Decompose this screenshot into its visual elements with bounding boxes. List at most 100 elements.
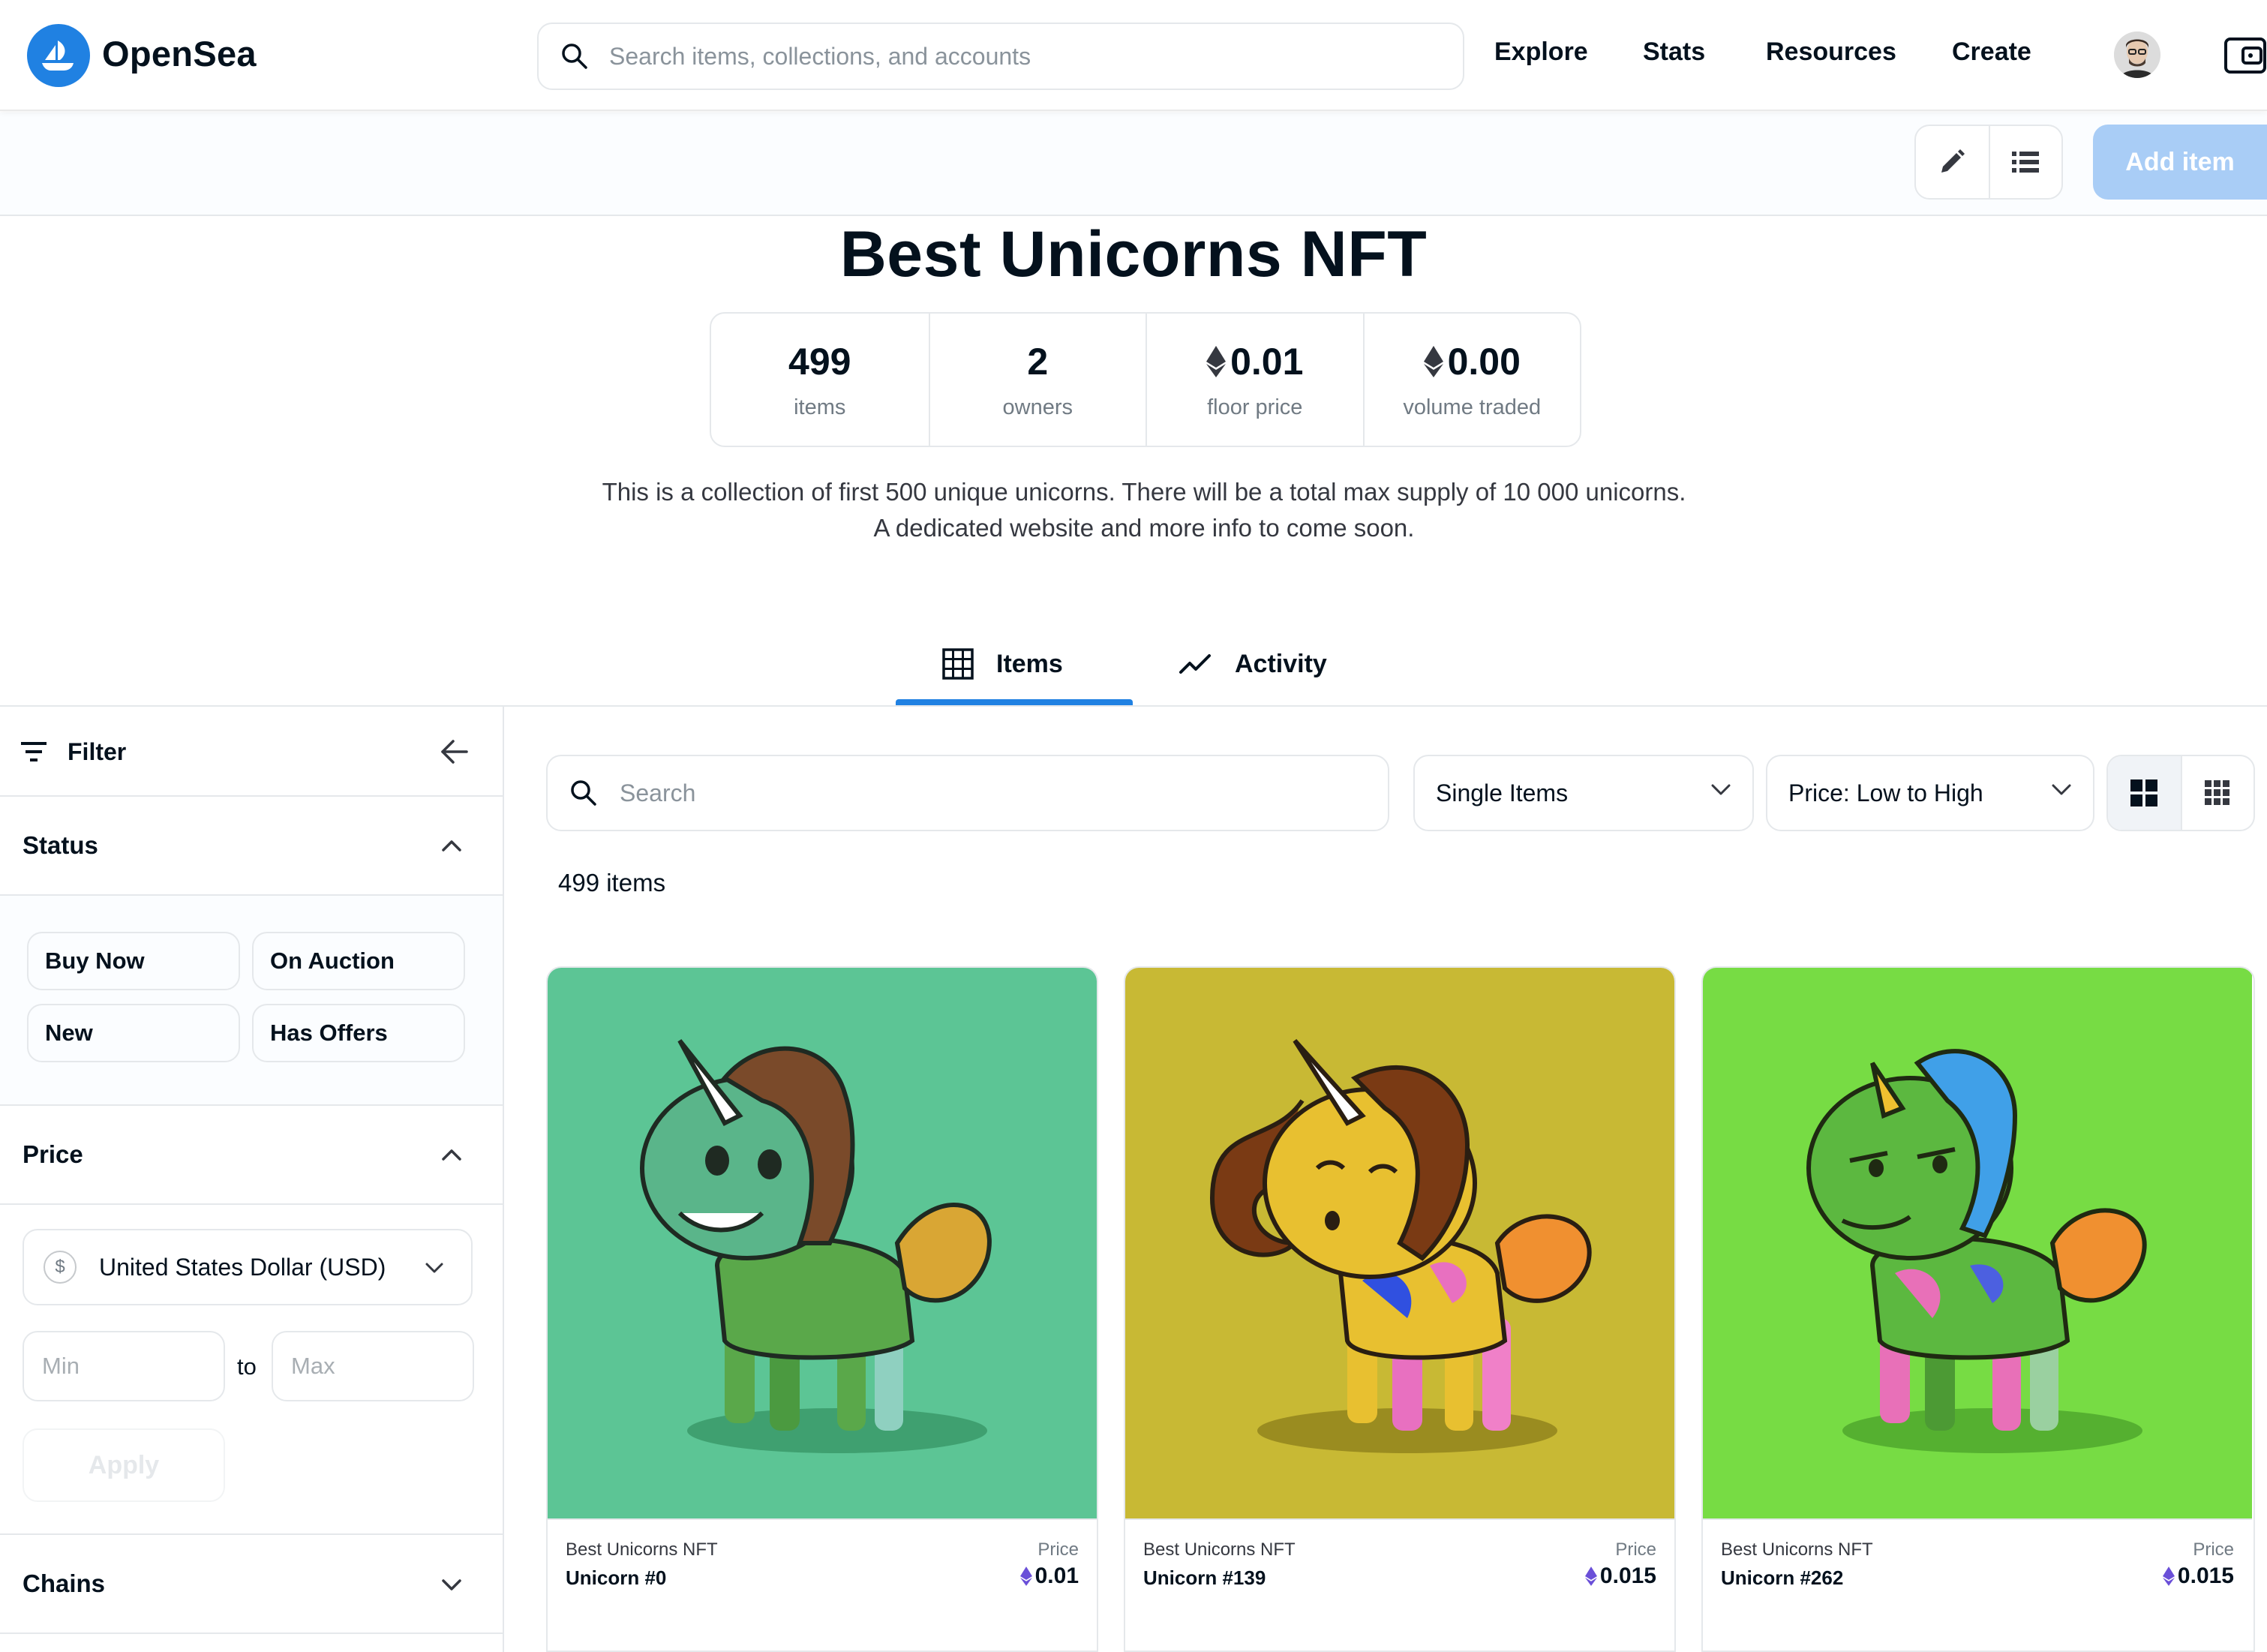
- nft-card[interactable]: Best Unicorns NFT Unicorn #139 Price 0.0…: [1124, 966, 1676, 1652]
- tab-label: Items: [996, 649, 1063, 678]
- search-icon: [571, 780, 596, 806]
- edit-button[interactable]: [1916, 126, 1989, 198]
- opensea-logo-icon[interactable]: [27, 24, 90, 87]
- ethereum-icon: [1423, 345, 1443, 377]
- dollar-icon: $: [44, 1251, 77, 1284]
- items-search[interactable]: [546, 755, 1389, 831]
- collection-title: Best Unicorns NFT: [839, 218, 1428, 290]
- status-section-header[interactable]: Status: [0, 797, 503, 896]
- items-search-input[interactable]: [618, 778, 1293, 808]
- nft-price: 0.015: [2162, 1563, 2234, 1589]
- apply-price-button[interactable]: Apply: [23, 1428, 225, 1502]
- collection-toolbar: Add item: [0, 113, 2267, 216]
- ethereum-icon: [1019, 1566, 1032, 1586]
- pencil-icon: [1941, 149, 1965, 173]
- item-type-select[interactable]: Single Items: [1413, 755, 1754, 831]
- ethereum-icon: [1206, 345, 1227, 377]
- nft-card-info: Best Unicorns NFT Unicorn #262 Price 0.0…: [1703, 1518, 2252, 1650]
- price-heading: Price: [23, 1140, 83, 1168]
- filter-label: Filter: [68, 738, 127, 765]
- search-icon: [562, 44, 587, 69]
- chevron-down-icon: [2052, 784, 2071, 795]
- stat-label: items: [794, 395, 846, 419]
- status-heading: Status: [23, 831, 98, 859]
- unicorn-illustration: [1806, 1049, 2147, 1453]
- active-tab-indicator: [896, 699, 1133, 705]
- nft-price-label: Price: [2193, 1539, 2234, 1560]
- nft-price: 0.01: [1019, 1563, 1079, 1589]
- nft-collection-name: Best Unicorns NFT: [1143, 1539, 1296, 1560]
- large-grid-icon: [2130, 779, 2158, 806]
- nft-collection-name: Best Unicorns NFT: [566, 1539, 718, 1560]
- nav-link-stats[interactable]: Stats: [1643, 38, 1705, 67]
- chevron-down-icon: [425, 1263, 443, 1273]
- chevron-down-icon: [1711, 784, 1731, 795]
- large-grid-button[interactable]: [2108, 756, 2181, 830]
- nft-card[interactable]: Best Unicorns NFT Unicorn #262 Price 0.0…: [1701, 966, 2255, 1652]
- status-has-offers[interactable]: Has Offers: [252, 1004, 465, 1062]
- price-min-input[interactable]: [23, 1331, 225, 1401]
- global-search-input[interactable]: [608, 41, 1395, 71]
- wallet-icon[interactable]: [2223, 35, 2267, 77]
- stat-label: owners: [1002, 395, 1073, 419]
- chevron-up-icon: [442, 1149, 461, 1161]
- chevron-up-icon: [442, 840, 461, 852]
- stat-value: 499: [788, 340, 851, 383]
- chains-section-header[interactable]: Chains: [0, 1535, 503, 1634]
- grid-size-toggle: [2106, 755, 2255, 831]
- nav-link-resources[interactable]: Resources: [1766, 38, 1896, 67]
- nft-collection-name: Best Unicorns NFT: [1721, 1539, 1873, 1560]
- stat-label: volume traded: [1403, 395, 1542, 419]
- status-on-auction[interactable]: On Auction: [252, 932, 465, 990]
- filter-header[interactable]: Filter: [0, 707, 503, 797]
- trending-icon: [1179, 654, 1211, 674]
- nav-link-explore[interactable]: Explore: [1494, 38, 1588, 67]
- nft-name: Unicorn #0: [566, 1566, 667, 1589]
- nft-price-label: Price: [1037, 1539, 1079, 1560]
- stat-floor-price[interactable]: 0.01 floor price: [1146, 314, 1363, 446]
- tab-items[interactable]: Items: [942, 623, 1063, 705]
- price-section-header[interactable]: Price: [0, 1106, 503, 1205]
- stat-volume-traded[interactable]: 0.00 volume traded: [1362, 314, 1581, 446]
- collection-description: This is a collection of first 500 unique…: [602, 478, 1686, 542]
- currency-select[interactable]: $ United States Dollar (USD): [23, 1229, 473, 1305]
- nft-price: 0.015: [1584, 1563, 1656, 1589]
- price-max-input[interactable]: [272, 1331, 474, 1401]
- status-new[interactable]: New: [27, 1004, 240, 1062]
- global-search[interactable]: [537, 23, 1464, 90]
- add-item-button[interactable]: Add item: [2093, 125, 2267, 200]
- nft-name: Unicorn #262: [1721, 1566, 1844, 1589]
- list-view-button[interactable]: [1988, 126, 2061, 198]
- filter-sidebar: Filter Status Buy Now On Auction New Has…: [0, 707, 504, 1652]
- status-buy-now[interactable]: Buy Now: [27, 932, 240, 990]
- nft-name: Unicorn #139: [1143, 1566, 1266, 1589]
- arrow-left-icon[interactable]: [440, 738, 468, 765]
- nft-price-label: Price: [1615, 1539, 1656, 1560]
- stat-value: 2: [1027, 340, 1049, 383]
- nav-link-create[interactable]: Create: [1952, 38, 2031, 67]
- sort-value: Price: Low to High: [1788, 779, 1983, 806]
- unicorn-illustration: [1209, 1038, 1592, 1453]
- nft-price-value: 0.01: [1034, 1563, 1079, 1588]
- stat-items[interactable]: 499 items: [711, 314, 929, 446]
- small-grid-button[interactable]: [2180, 756, 2253, 830]
- nft-price-value: 0.015: [1599, 1563, 1656, 1588]
- ethereum-icon: [1584, 1566, 1597, 1586]
- tab-activity[interactable]: Activity: [1179, 623, 1327, 705]
- filter-icon: [21, 742, 47, 761]
- nft-card[interactable]: Best Unicorns NFT Unicorn #0 Price 0.01: [546, 966, 1098, 1652]
- nft-image: [548, 968, 1097, 1518]
- stat-owners[interactable]: 2 owners: [928, 314, 1146, 446]
- collection-tabs: Items Activity: [0, 623, 2267, 707]
- sort-select[interactable]: Price: Low to High: [1766, 755, 2094, 831]
- nft-image: [1703, 968, 2252, 1518]
- stat-label: floor price: [1207, 395, 1303, 419]
- brand-name[interactable]: OpenSea: [102, 33, 257, 74]
- nft-image: [1125, 968, 1674, 1518]
- nft-card-info: Best Unicorns NFT Unicorn #139 Price 0.0…: [1125, 1518, 1674, 1650]
- price-range-to: to: [237, 1353, 257, 1380]
- nft-price-value: 0.015: [2177, 1563, 2234, 1588]
- stat-value: 0.01: [1230, 340, 1304, 383]
- profile-avatar[interactable]: [2114, 32, 2160, 78]
- grid-icon: [942, 648, 974, 680]
